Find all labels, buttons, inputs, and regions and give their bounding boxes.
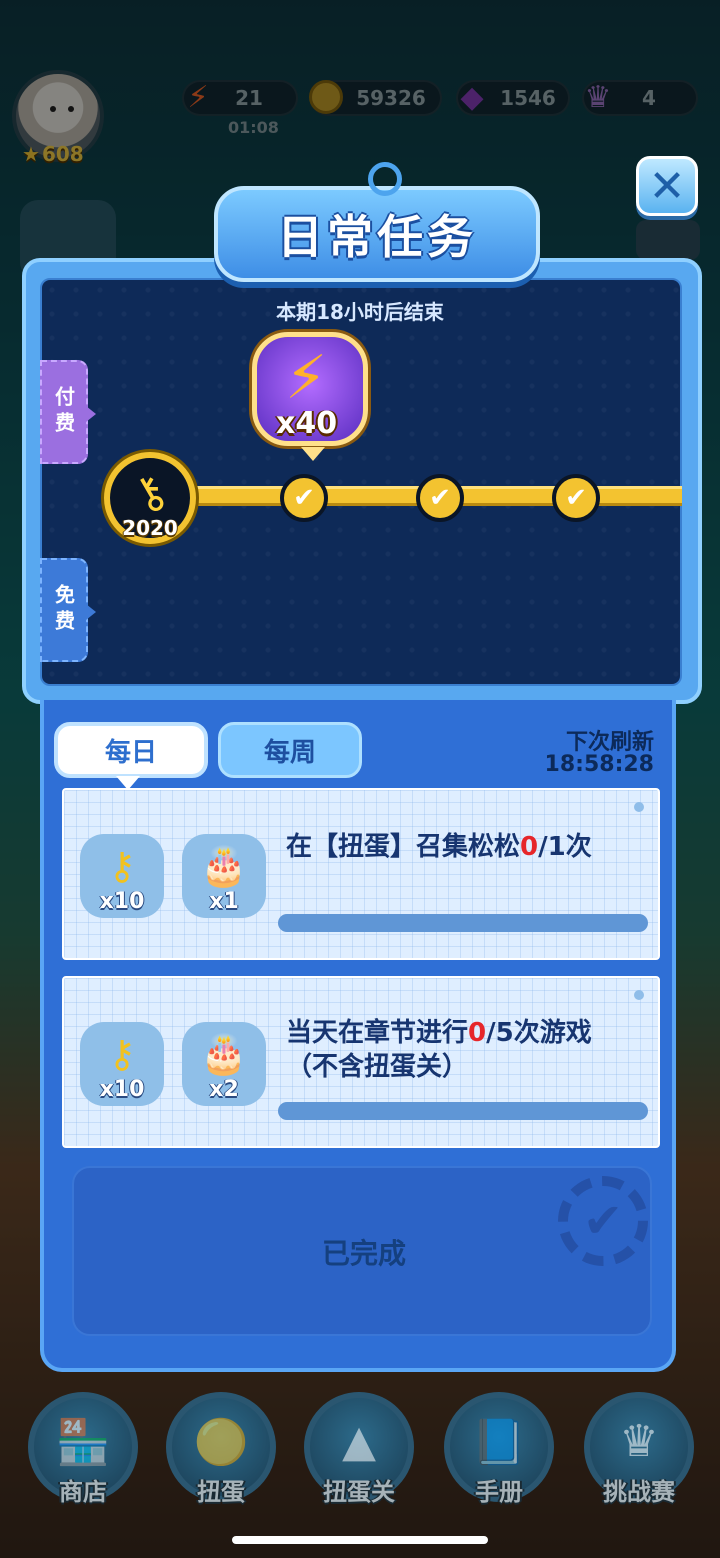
book-icon: 📘: [471, 1417, 527, 1468]
cake-icon: 🎂: [200, 844, 248, 888]
tab-free[interactable]: 免费: [40, 558, 96, 662]
reward-slot-key: ⚷ x10: [80, 1022, 164, 1106]
refresh-time: 18:58:28: [544, 752, 654, 777]
lightning-icon: ⚡: [285, 343, 328, 413]
track-check-node[interactable]: ✔: [552, 474, 600, 522]
period-text: 本期18小时后结束: [276, 300, 444, 324]
nav-shop-label: 商店: [59, 1478, 107, 1506]
home-indicator[interactable]: [232, 1536, 488, 1544]
tab-daily[interactable]: 每日: [54, 722, 208, 790]
reward-slot-cake: 🎂 x1: [182, 834, 266, 918]
nav-challenge-label: 挑战赛: [603, 1478, 675, 1506]
tab-paid[interactable]: 付费: [40, 360, 96, 464]
title-banner: 日常任务: [214, 162, 540, 282]
completed-panel: ✔ 已完成: [72, 1166, 652, 1336]
paid-reward-count: x40: [276, 406, 338, 441]
key-icon: ⚷: [123, 462, 177, 524]
reward-qty: x10: [99, 889, 145, 914]
nav-gacha-label: 扭蛋: [197, 1478, 245, 1506]
track-check-node[interactable]: ✔: [416, 474, 464, 522]
task-progress-bar: [278, 1102, 648, 1120]
task-description: 在【扭蛋】召集松松0/1次: [286, 832, 592, 862]
check-icon: ✔: [565, 483, 587, 513]
track-check-node[interactable]: ✔: [280, 474, 328, 522]
key-points: 2020: [122, 516, 178, 540]
task-progress-bar: [278, 914, 648, 932]
reward-qty: x10: [99, 1077, 145, 1102]
close-icon: ✕: [648, 160, 686, 212]
shop-icon: 🏪: [55, 1417, 111, 1468]
modal-title: 日常任务: [277, 210, 477, 264]
gacha-level-icon: ▲: [342, 1416, 376, 1467]
cake-icon: 🎂: [200, 1032, 248, 1076]
check-icon: ✔: [293, 483, 315, 513]
completed-label: 已完成: [321, 1237, 406, 1270]
nav-gacha-level-label: 扭蛋关: [323, 1478, 395, 1506]
key-icon: ⚷: [108, 1032, 136, 1076]
gacha-icon: 🟡: [193, 1417, 249, 1468]
reward-qty: x1: [209, 889, 239, 914]
reward-slot-cake: 🎂 x2: [182, 1022, 266, 1106]
reward-qty: x2: [209, 1077, 239, 1102]
close-button[interactable]: ✕: [636, 156, 698, 216]
nav-handbook-label: 手册: [475, 1478, 523, 1506]
task-card[interactable]: ⚷ x10 🎂 x1 在【扭蛋】召集松松0/1次: [62, 788, 660, 960]
tab-weekly[interactable]: 每周: [218, 722, 362, 778]
task-description: 当天在章节进行0/5次游戏 （不含扭蛋关）: [286, 1018, 592, 1082]
crown-icon: ♛: [619, 1416, 659, 1467]
key-icon: ⚷: [108, 844, 136, 888]
task-card[interactable]: ⚷ x10 🎂 x2 当天在章节进行0/5次游戏 （不含扭蛋关）: [62, 976, 660, 1148]
check-icon: ✔: [429, 483, 451, 513]
reward-slot-key: ⚷ x10: [80, 834, 164, 918]
